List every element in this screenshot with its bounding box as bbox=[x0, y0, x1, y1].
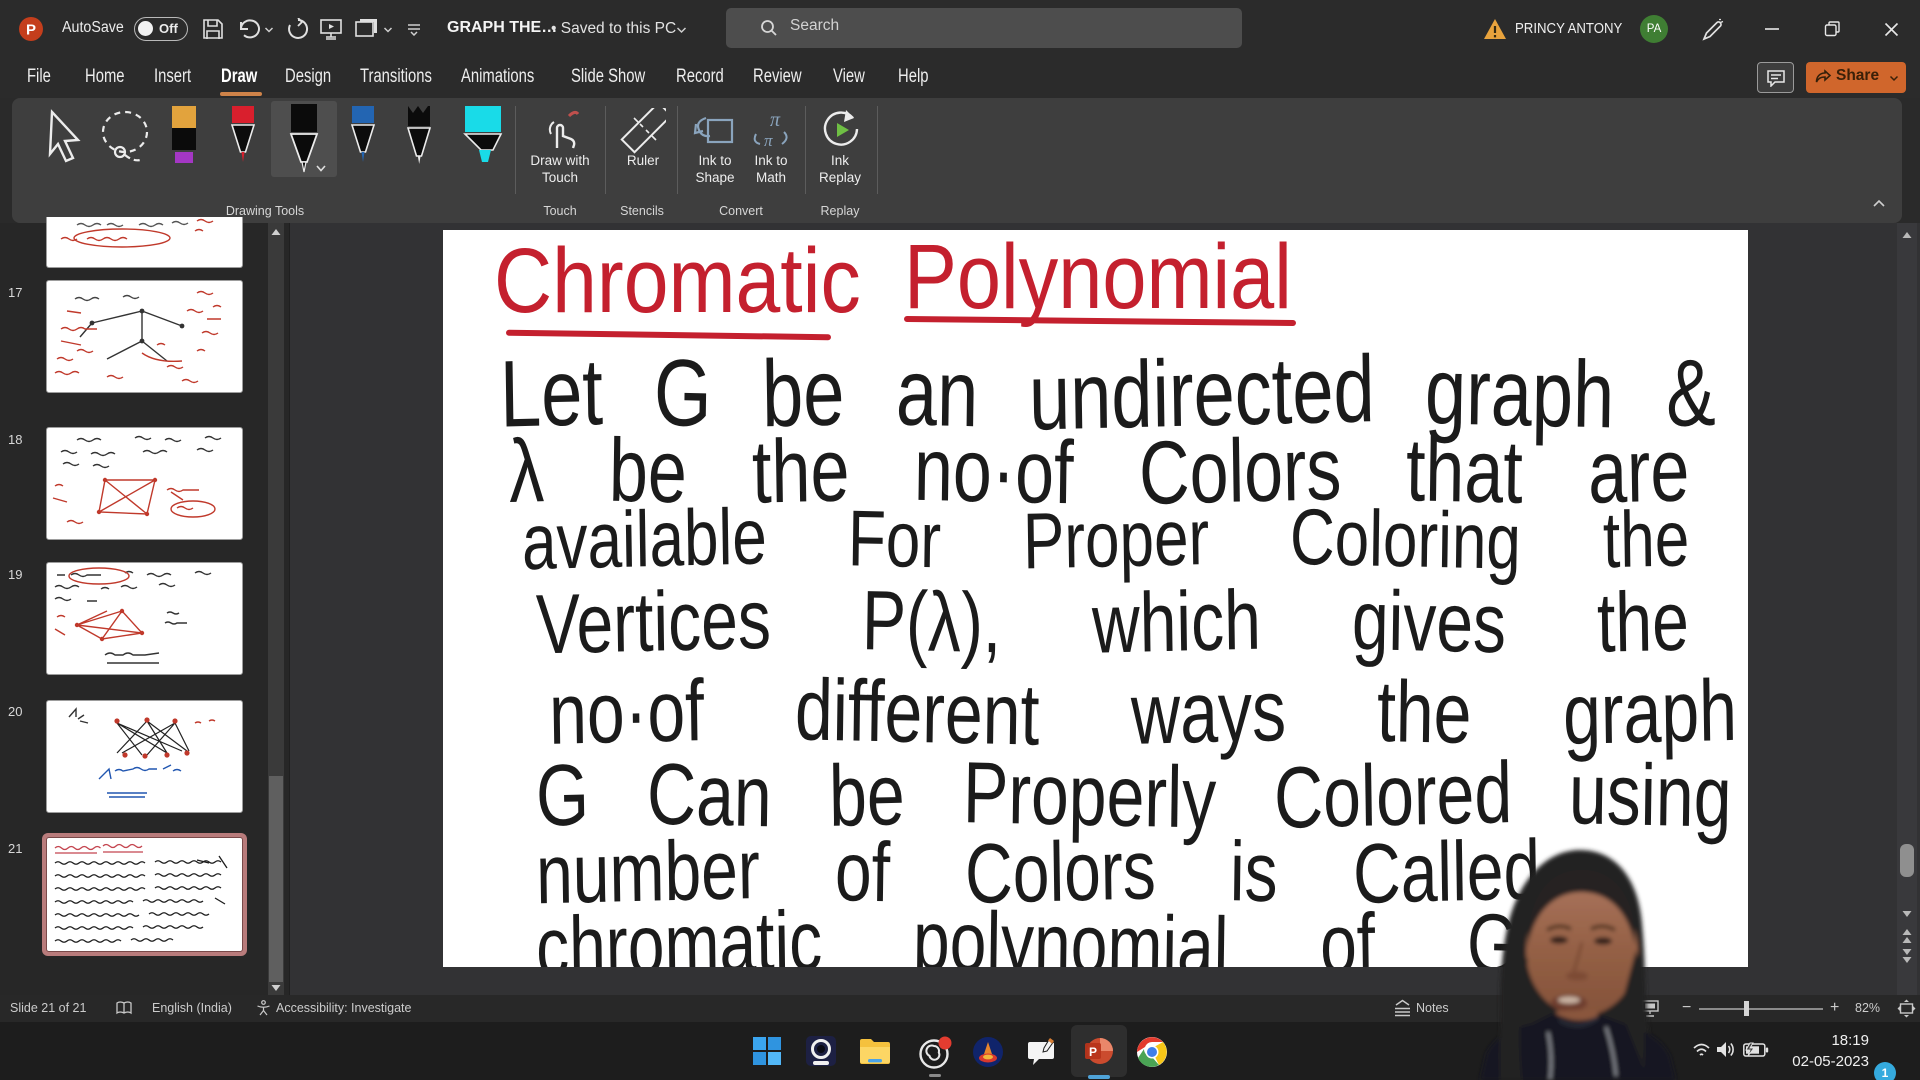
svg-text:π: π bbox=[764, 131, 773, 150]
svg-text:P: P bbox=[1089, 1045, 1097, 1059]
svg-text:P: P bbox=[26, 22, 36, 39]
svg-text:π: π bbox=[770, 110, 781, 131]
